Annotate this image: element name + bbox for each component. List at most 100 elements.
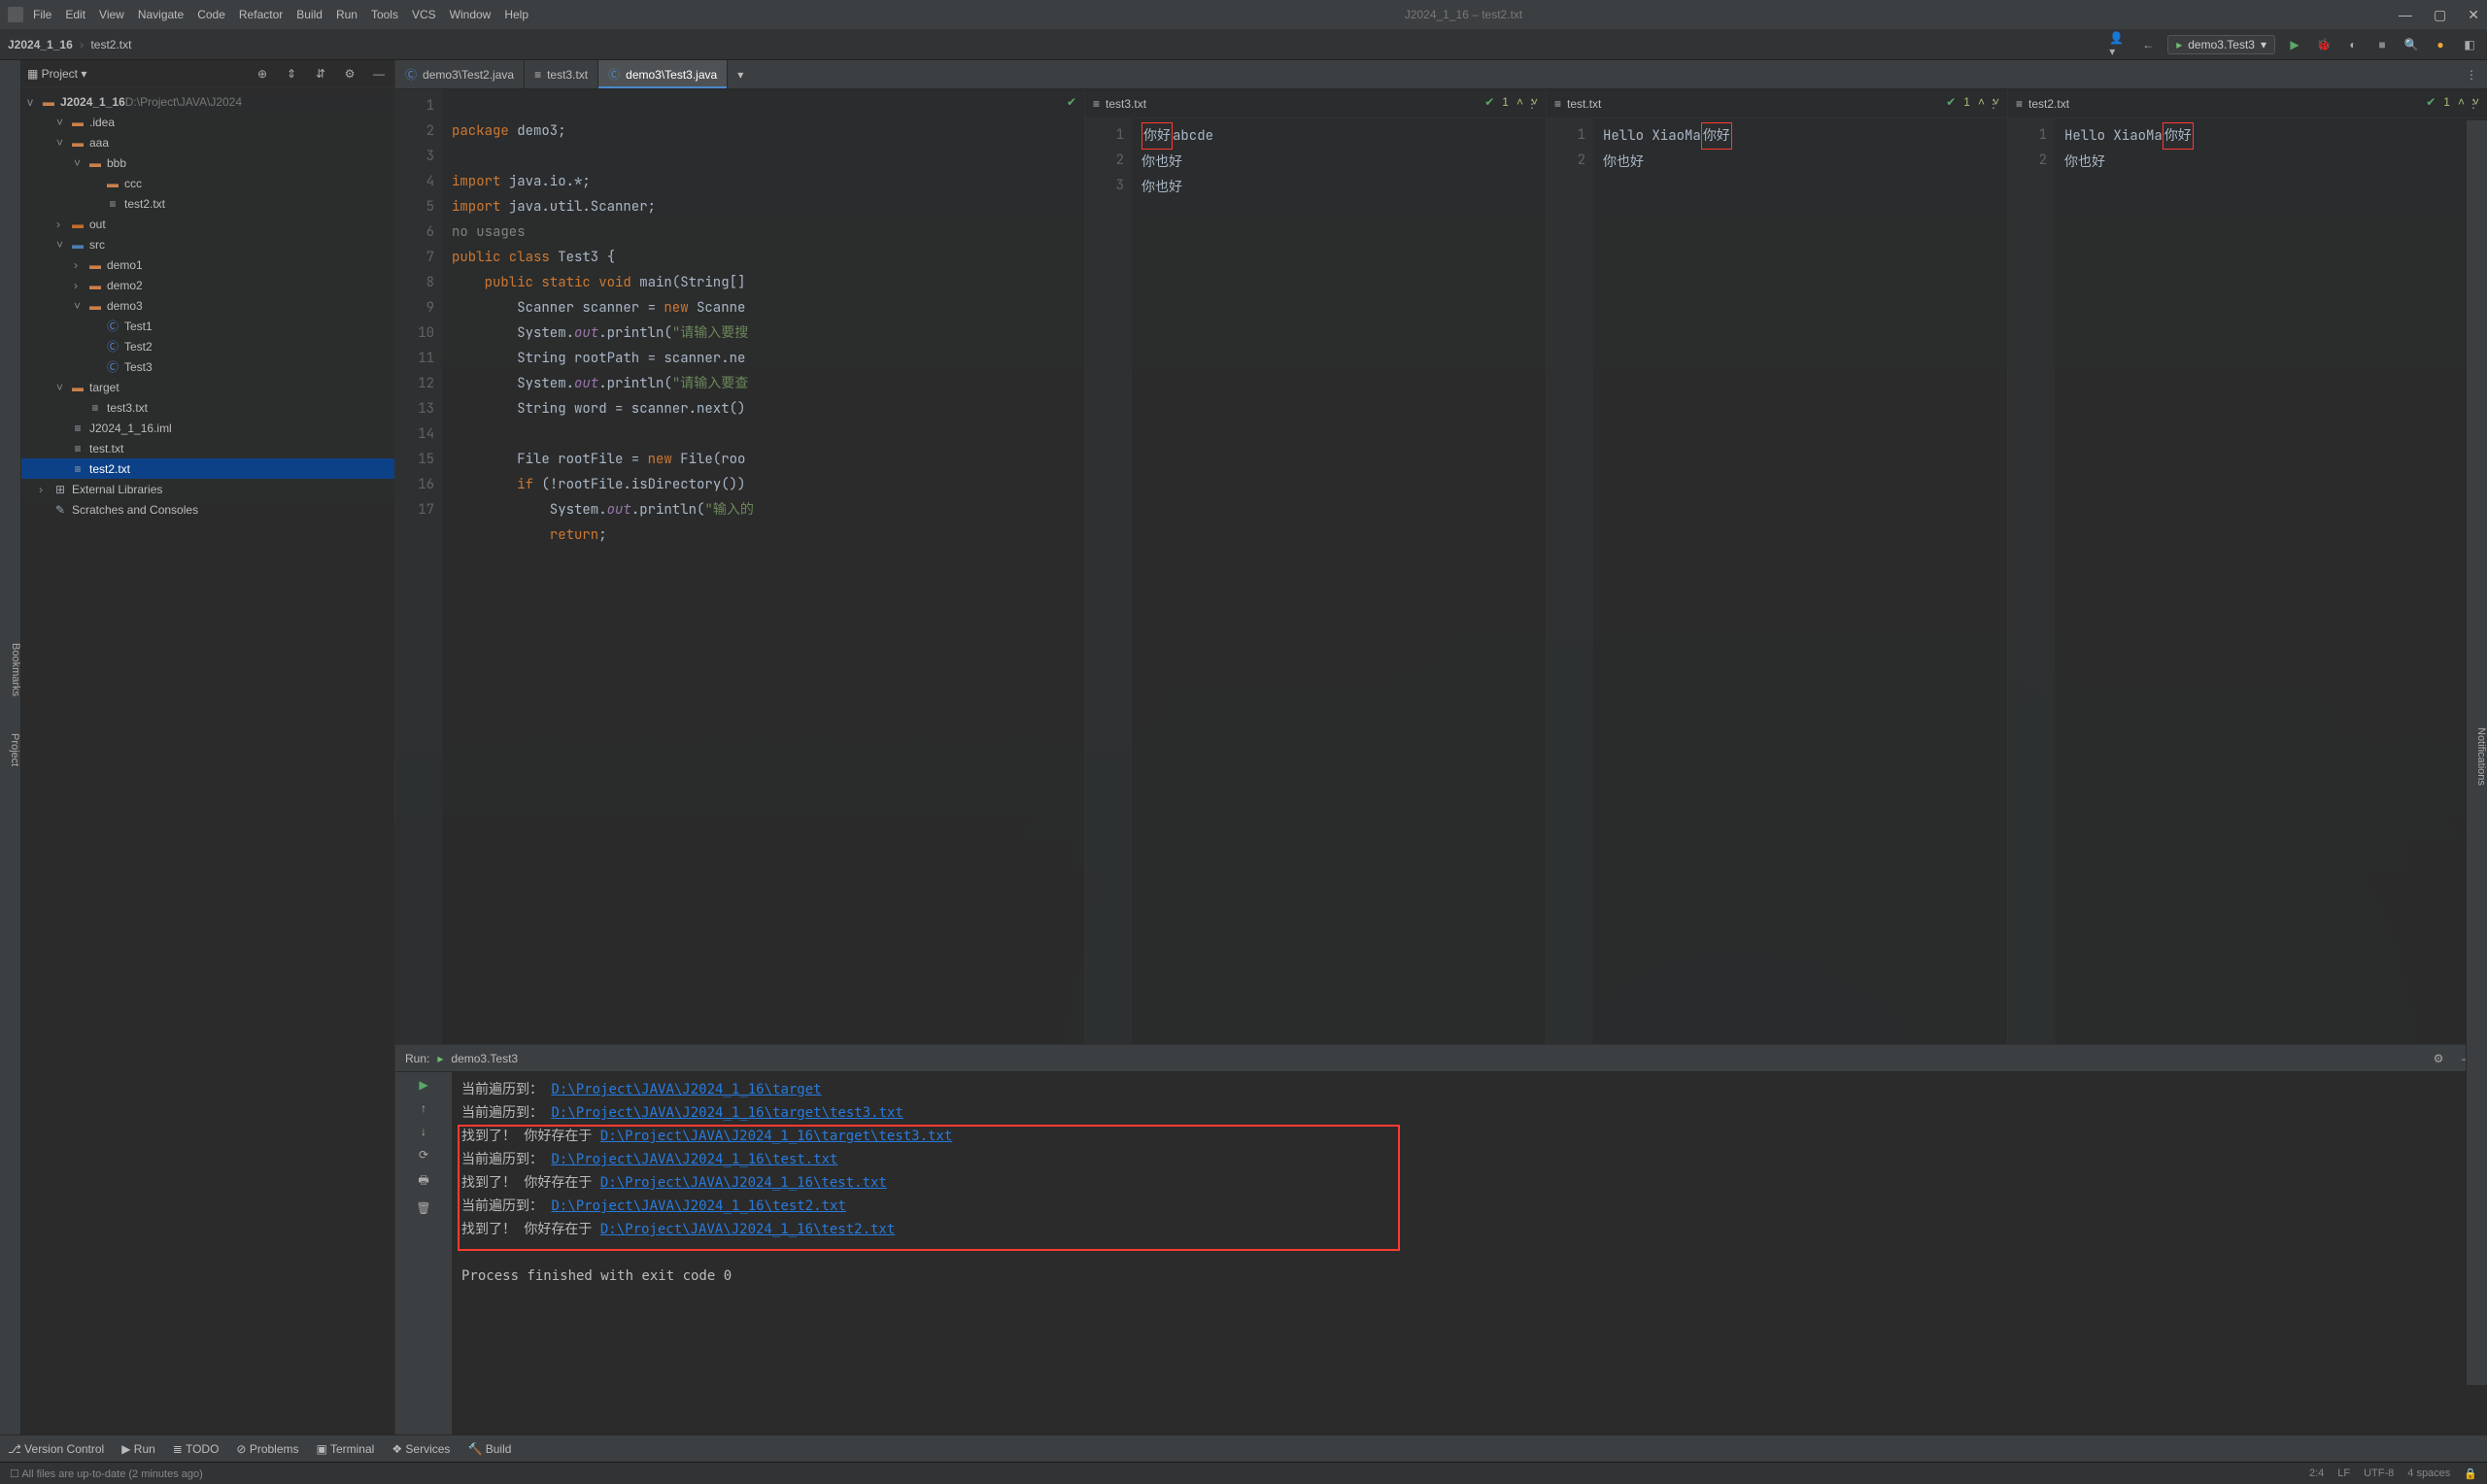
indent-setting[interactable]: 4 spaces — [2407, 1467, 2450, 1480]
tree-node[interactable]: ›▬out — [21, 214, 394, 234]
menu-view[interactable]: View — [99, 8, 124, 21]
notifications-tab[interactable]: Notifications — [2475, 727, 2487, 786]
menu-file[interactable]: File — [33, 8, 51, 21]
tree-node[interactable]: ›▬demo1 — [21, 254, 394, 275]
text-editor[interactable]: 12 Hello XiaoMa你好 你也好 — [2008, 118, 2487, 1044]
code-editor[interactable]: 1234567891011121314151617 package demo3;… — [395, 89, 1084, 1044]
debug-icon[interactable]: 🐞 — [2314, 35, 2334, 54]
file-encoding[interactable]: UTF-8 — [2364, 1467, 2394, 1480]
tree-node[interactable]: ▬ccc — [21, 173, 394, 193]
tree-node[interactable]: ≡test.txt — [21, 438, 394, 458]
tool-terminal[interactable]: ▣ Terminal — [317, 1442, 375, 1456]
menu-run[interactable]: Run — [336, 8, 358, 21]
tree-node[interactable]: ⒸTest1 — [21, 316, 394, 336]
tab-dropdown[interactable]: ▾ — [728, 60, 753, 88]
line-separator[interactable]: LF — [2337, 1467, 2350, 1480]
stop-run-icon[interactable]: ↑ — [421, 1101, 426, 1115]
prev-match-icon[interactable]: ˄ — [1516, 95, 1523, 109]
tree-node[interactable]: ˅▬aaa — [21, 132, 394, 152]
breadcrumb-root[interactable]: J2024_1_16 — [8, 38, 73, 51]
tool-build[interactable]: 🔨 Build — [467, 1442, 511, 1456]
menu-navigate[interactable]: Navigate — [138, 8, 184, 21]
tab-options-icon[interactable]: ⋮ — [2456, 60, 2487, 88]
tree-root[interactable]: v▬J2024_1_16 D:\Project\JAVA\J2024 — [21, 91, 394, 112]
tree-node[interactable]: ≡J2024_1_16.iml — [21, 418, 394, 438]
collapse-all-icon[interactable]: ⇵ — [311, 64, 330, 84]
tree-node[interactable]: ›⊞External Libraries — [21, 479, 394, 499]
text-editor[interactable]: 123 你好abcde 你也好 你也好 — [1085, 118, 1546, 1044]
tool-version-control[interactable]: ⎇ Version Control — [8, 1442, 104, 1456]
next-match-icon[interactable]: ˅ — [1531, 95, 1538, 109]
expand-all-icon[interactable]: ⇕ — [282, 64, 301, 84]
menu-refactor[interactable]: Refactor — [239, 8, 283, 21]
tree-node[interactable]: ˅▬bbb — [21, 152, 394, 173]
tool-services[interactable]: ❖ Services — [392, 1442, 450, 1456]
project-tree[interactable]: v▬J2024_1_16 D:\Project\JAVA\J2024˅▬.ide… — [21, 87, 394, 1434]
stop-icon[interactable]: ■ — [2372, 35, 2392, 54]
toolbox-icon[interactable]: ◧ — [2460, 35, 2479, 54]
tree-node[interactable]: ˅▬.idea — [21, 112, 394, 132]
menu-edit[interactable]: Edit — [65, 8, 85, 21]
user-icon[interactable]: 👤▾ — [2109, 35, 2129, 54]
tree-node[interactable]: ≡test3.txt — [21, 397, 394, 418]
next-match-icon[interactable]: ˅ — [1993, 95, 1999, 109]
editor-tab-test2java[interactable]: Ⓒdemo3\Test2.java — [395, 60, 525, 88]
minimize-icon[interactable]: — — [2399, 7, 2412, 23]
editor-tabs[interactable]: Ⓒdemo3\Test2.java ≡test3.txt Ⓒdemo3\Test… — [395, 60, 2487, 89]
left-tool-stripe[interactable]: Project — [0, 60, 21, 1434]
tool-todo[interactable]: ≣ TODO — [173, 1442, 220, 1456]
menu-vcs[interactable]: VCS — [412, 8, 436, 21]
tool-run[interactable]: ▶ Run — [121, 1442, 155, 1456]
coverage-icon[interactable]: ◐ — [2343, 35, 2363, 54]
prev-match-icon[interactable]: ˄ — [1978, 95, 1985, 109]
rerun-icon[interactable]: ▶ — [419, 1078, 427, 1092]
bottom-tool-stripe[interactable]: ⎇ Version Control ▶ Run ≣ TODO ⊘ Problem… — [0, 1434, 2487, 1462]
tree-node[interactable]: ˅▬demo3 — [21, 295, 394, 316]
trash-icon[interactable]: 🗑 — [416, 1201, 430, 1215]
run-toolbar[interactable]: ▶ ↑ ↓ ⟳ 🖶 🗑 — [395, 1072, 452, 1434]
select-opened-file-icon[interactable]: ⊕ — [253, 64, 272, 84]
main-menu[interactable]: File Edit View Navigate Code Refactor Bu… — [33, 8, 528, 21]
soft-wrap-icon[interactable]: ⟳ — [419, 1148, 428, 1162]
pane2-tab-label[interactable]: test3.txt — [1106, 97, 1146, 111]
breadcrumb-file[interactable]: test2.txt — [90, 38, 131, 51]
tree-node[interactable]: ≡test2.txt — [21, 458, 394, 479]
ide-updates-icon[interactable]: ● — [2431, 35, 2450, 54]
search-icon[interactable]: 🔍 — [2402, 35, 2421, 54]
pane3-tab-label[interactable]: test.txt — [1567, 97, 1601, 111]
tool-problems[interactable]: ⊘ Problems — [236, 1442, 298, 1456]
print-icon[interactable]: 🖶 — [418, 1171, 428, 1192]
tree-node[interactable]: ✎Scratches and Consoles — [21, 499, 394, 520]
close-icon[interactable]: ✕ — [2468, 7, 2479, 23]
right-tool-stripe[interactable]: Notifications — [2466, 120, 2487, 1385]
tree-node[interactable]: ⒸTest3 — [21, 356, 394, 377]
next-match-icon[interactable]: ˅ — [2472, 95, 2479, 109]
project-tool-tab[interactable]: Project — [9, 733, 20, 766]
run-console[interactable]: 当前遍历到： D:\Project\JAVA\J2024_1_16\target… — [452, 1072, 2487, 1434]
readonly-lock-icon[interactable]: 🔒 — [2464, 1467, 2477, 1480]
maximize-icon[interactable]: ▢ — [2434, 7, 2446, 23]
tree-node[interactable]: ˅▬target — [21, 377, 394, 397]
prev-match-icon[interactable]: ˄ — [2458, 95, 2465, 109]
text-editor[interactable]: 12 Hello XiaoMa你好 你也好 — [1547, 118, 2007, 1044]
back-icon[interactable]: ← — [2138, 35, 2158, 54]
menu-window[interactable]: Window — [450, 8, 492, 21]
tree-node[interactable]: ˅▬src — [21, 234, 394, 254]
project-view-selector[interactable]: ▦ Project ▾ — [27, 67, 86, 81]
pane4-tab-label[interactable]: test2.txt — [2028, 97, 2069, 111]
down-icon[interactable]: ↓ — [421, 1125, 426, 1138]
menu-build[interactable]: Build — [296, 8, 323, 21]
settings-icon[interactable]: ⚙ — [340, 64, 359, 84]
menu-tools[interactable]: Tools — [371, 8, 398, 21]
bookmarks-tool-tab[interactable]: Bookmarks — [10, 643, 21, 696]
tree-node[interactable]: ›▬demo2 — [21, 275, 394, 295]
editor-tab-test3txt[interactable]: ≡test3.txt — [525, 60, 598, 88]
tree-node[interactable]: ⒸTest2 — [21, 336, 394, 356]
editor-tab-test3java[interactable]: Ⓒdemo3\Test3.java — [598, 60, 728, 88]
run-configuration-selector[interactable]: ▸ demo3.Test3 ▾ — [2167, 35, 2275, 54]
tree-node[interactable]: ≡test2.txt — [21, 193, 394, 214]
hide-icon[interactable]: — — [369, 64, 389, 84]
run-target[interactable]: demo3.Test3 — [451, 1052, 518, 1065]
caret-position[interactable]: 2:4 — [2309, 1467, 2324, 1480]
run-icon[interactable]: ▶ — [2285, 35, 2304, 54]
